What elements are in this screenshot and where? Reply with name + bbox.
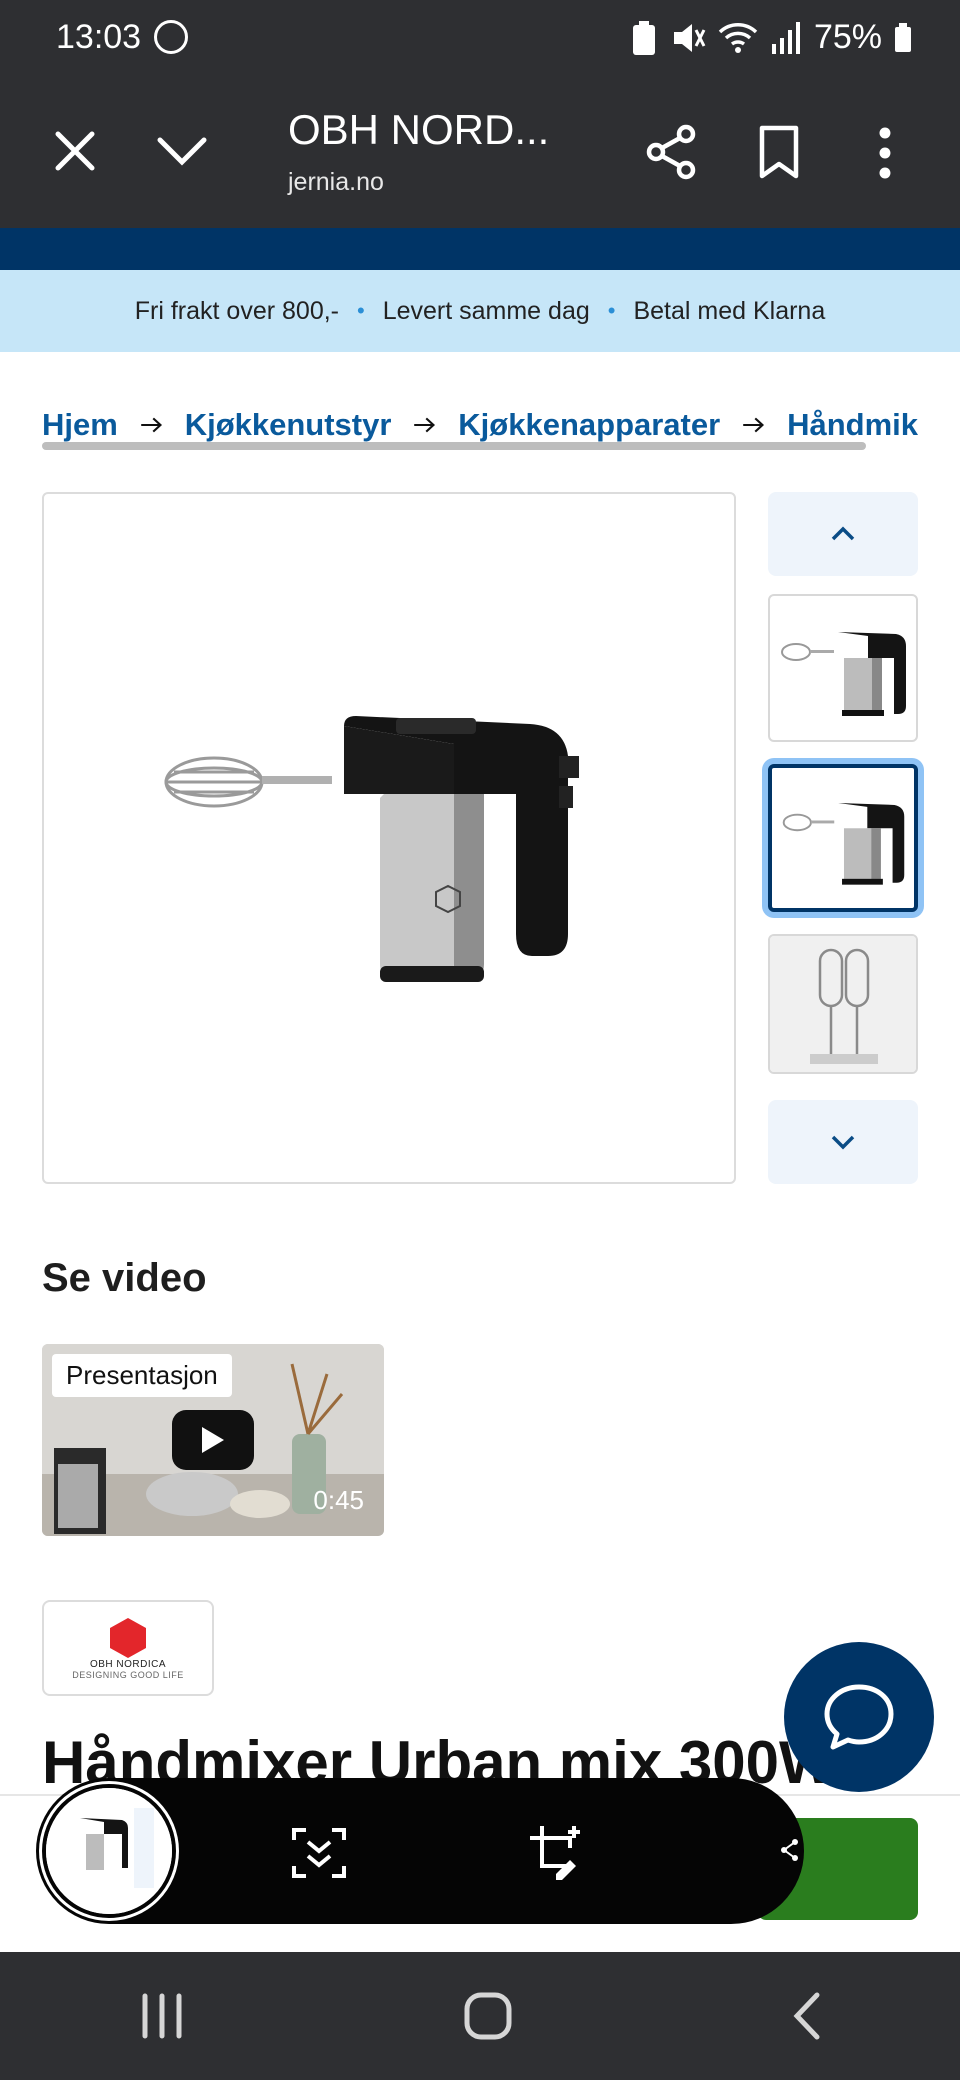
usp-same-day: Levert samme dag xyxy=(382,296,590,325)
obh-nordica-logo xyxy=(110,1618,146,1658)
breadcrumb-scrollbar[interactable] xyxy=(42,442,866,450)
screen: 13:03 75% OBH NORD... jernia.no Fri frak… xyxy=(0,0,960,2080)
product-main-image[interactable] xyxy=(42,492,736,1184)
breadcrumb-home[interactable]: Hjem xyxy=(42,407,118,443)
battery-saver-icon xyxy=(632,20,655,55)
play-icon xyxy=(202,1427,224,1453)
chat-bubble-icon xyxy=(824,1684,894,1750)
battery-icon xyxy=(895,22,911,52)
status-time: 13:03 xyxy=(56,18,142,56)
brand-tagline: DESIGNING GOOD LIFE xyxy=(72,1670,184,1680)
separator-dot: • xyxy=(357,298,365,323)
beaters-thumbnail xyxy=(770,936,916,1072)
chevron-down-icon[interactable] xyxy=(156,132,208,168)
thumbnails-down-button[interactable] xyxy=(768,1100,918,1184)
play-button[interactable] xyxy=(172,1410,254,1470)
share-icon[interactable] xyxy=(646,124,698,180)
thumbnail-3[interactable] xyxy=(768,934,918,1074)
thumbnails-up-button[interactable] xyxy=(768,492,918,576)
video-section-heading: Se video xyxy=(42,1256,207,1300)
bookmark-icon[interactable] xyxy=(758,124,800,180)
brand-logo[interactable]: OBH NORDICA DESIGNING GOOD LIFE xyxy=(42,1600,214,1696)
separator-dot: • xyxy=(607,298,616,323)
breadcrumb-kitchenware[interactable]: Kjøkkenutstyr xyxy=(185,407,392,443)
video-label: Presentasjon xyxy=(52,1354,232,1397)
usp-bar: Fri frakt over 800,- • Levert samme dag … xyxy=(0,270,960,352)
page-title: OBH NORD... xyxy=(288,106,550,153)
breadcrumb-hand-mixer[interactable]: Håndmik xyxy=(787,407,918,443)
thumbnail-1[interactable] xyxy=(768,594,918,742)
system-navigation-bar xyxy=(0,1952,960,2080)
home-icon[interactable] xyxy=(463,1991,513,2041)
wifi-icon xyxy=(718,22,758,53)
mute-icon xyxy=(673,23,706,52)
chevron-up-icon xyxy=(831,526,855,541)
viber-icon xyxy=(154,20,188,54)
chevron-down-icon xyxy=(831,1135,855,1150)
arrow-right-icon xyxy=(414,417,436,433)
screenshot-preview[interactable] xyxy=(42,1784,176,1918)
arrow-right-icon xyxy=(141,417,162,433)
video-thumbnail[interactable]: Presentasjon 0:45 xyxy=(42,1344,384,1536)
share-icon[interactable] xyxy=(780,1838,800,1862)
signal-icon xyxy=(771,21,800,54)
video-duration: 0:45 xyxy=(313,1485,364,1515)
status-indicators: 75% xyxy=(630,18,912,57)
back-icon[interactable] xyxy=(791,1991,821,2041)
hand-mixer-thumbnail xyxy=(782,803,905,885)
brand-name: OBH NORDICA xyxy=(89,1659,167,1670)
scroll-capture-icon[interactable] xyxy=(290,1826,348,1880)
more-options-icon[interactable] xyxy=(876,126,894,180)
arrow-right-icon xyxy=(743,417,765,433)
crop-edit-icon[interactable] xyxy=(528,1824,584,1880)
recent-apps-icon[interactable] xyxy=(139,1992,185,2040)
screenshot-preview-image xyxy=(46,1788,172,1914)
page-domain: jernia.no xyxy=(288,168,384,196)
thumbnail-2-selected[interactable] xyxy=(768,764,918,912)
hand-mixer-thumbnail xyxy=(781,632,906,716)
breadcrumb-kitchen-appliances[interactable]: Kjøkkenapparater xyxy=(458,407,720,443)
usp-klarna: Betal med Klarna xyxy=(633,296,826,325)
close-icon[interactable] xyxy=(52,128,98,174)
battery-percent: 75% xyxy=(813,18,882,56)
usp-free-shipping: Fri frakt over 800,- xyxy=(134,296,339,325)
site-header-band xyxy=(0,228,960,270)
hand-mixer-image xyxy=(164,716,579,982)
chat-button[interactable] xyxy=(784,1642,934,1792)
